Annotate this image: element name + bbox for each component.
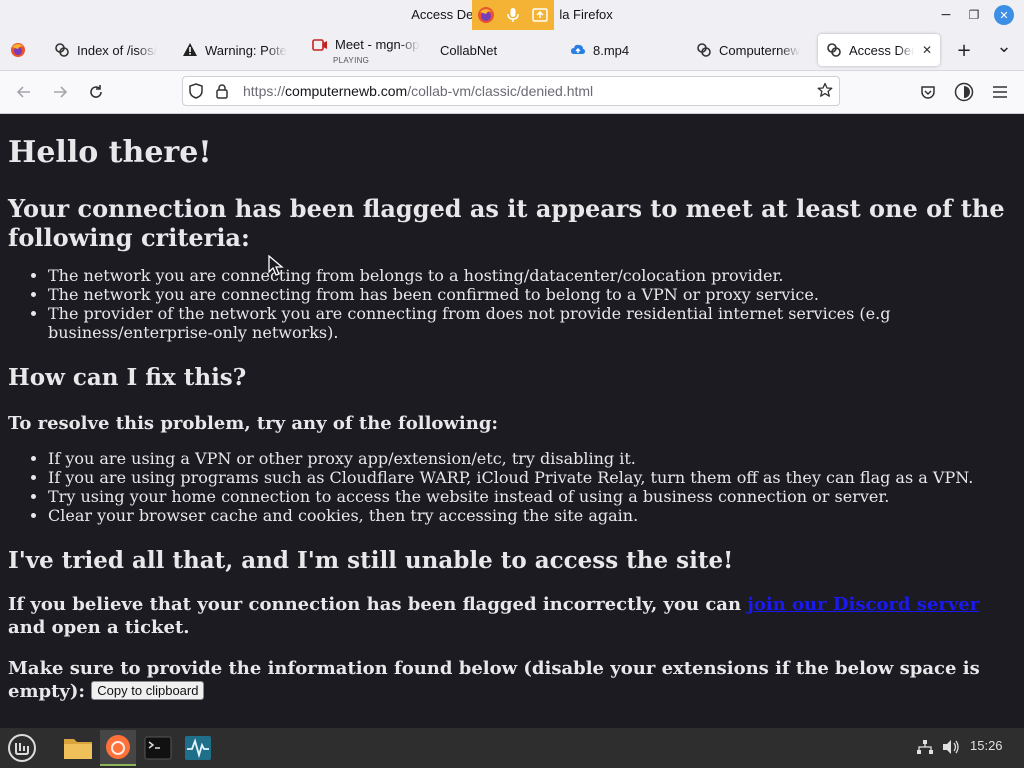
system-monitor-icon bbox=[185, 736, 211, 760]
mint-logo-icon bbox=[8, 734, 36, 762]
pocket-button[interactable] bbox=[914, 78, 942, 106]
list-item: If you are using programs such as Cloudf… bbox=[48, 468, 1016, 487]
tab-label: Access Deni bbox=[849, 42, 914, 58]
tab-playing-label: PLAYING bbox=[333, 56, 370, 65]
site-favicon-icon bbox=[826, 42, 842, 58]
lock-icon[interactable] bbox=[209, 83, 235, 99]
tab-warning[interactable]: Warning: Pote bbox=[182, 34, 294, 66]
window-titlebar: Access De la Firefox − ❐ ✕ bbox=[0, 0, 1024, 30]
list-item: Clear your browser cache and cookies, th… bbox=[48, 506, 1016, 525]
copy-to-clipboard-button[interactable]: Copy to clipboard bbox=[91, 680, 205, 700]
criteria-list: The network you are connecting from belo… bbox=[8, 266, 1016, 342]
close-tab-button[interactable]: ✕ bbox=[914, 43, 940, 57]
firefox-launcher[interactable] bbox=[100, 730, 136, 766]
tab-label: CollabNet bbox=[440, 42, 498, 58]
address-bar[interactable]: https://computernewb.com/collab-vm/class… bbox=[182, 76, 840, 106]
plus-icon: + bbox=[956, 39, 972, 61]
chevron-down-icon: ⌄ bbox=[996, 35, 1012, 57]
taskbar: 15:26 bbox=[0, 728, 1024, 768]
screen-share-icon bbox=[531, 6, 549, 24]
account-icon bbox=[954, 82, 974, 102]
list-item: If you are using a VPN or other proxy ap… bbox=[48, 449, 1016, 468]
incorrect-text-pre: If you believe that your connection has … bbox=[8, 594, 748, 615]
tab-computernewb[interactable]: Computernew bbox=[696, 34, 808, 66]
list-item: Try using your home connection to access… bbox=[48, 487, 1016, 506]
maximize-button[interactable]: ❐ bbox=[964, 5, 984, 25]
volume-icon[interactable] bbox=[942, 739, 960, 758]
page-content: Hello there! Your connection has been fl… bbox=[0, 114, 1024, 728]
tab-strip: Index of /isos/ Warning: Pote Meet - mgn… bbox=[0, 30, 1024, 71]
terminal-launcher[interactable] bbox=[140, 730, 176, 766]
tab-firefox-view[interactable] bbox=[4, 34, 38, 66]
tab-meet[interactable]: Meet - mgn-op PLAYING bbox=[312, 34, 422, 66]
window-title-right: la Firefox bbox=[559, 7, 613, 22]
account-button[interactable] bbox=[950, 78, 978, 106]
tab-video[interactable]: 8.mp4 bbox=[570, 34, 682, 66]
minimize-icon: − bbox=[940, 7, 952, 23]
arrow-left-icon bbox=[16, 86, 30, 98]
bookmark-star-icon[interactable] bbox=[817, 82, 833, 101]
reload-icon bbox=[90, 85, 102, 98]
warning-icon bbox=[182, 42, 198, 58]
tab-label: Warning: Pote bbox=[205, 42, 287, 58]
close-icon: ✕ bbox=[999, 8, 1009, 22]
url-scheme: https:// bbox=[243, 83, 286, 99]
close-window-button[interactable]: ✕ bbox=[994, 5, 1014, 25]
shield-icon[interactable] bbox=[183, 83, 209, 99]
tab-index-of-isos[interactable]: Index of /isos/ bbox=[54, 34, 166, 66]
list-all-tabs-button[interactable]: ⌄ bbox=[988, 34, 1020, 66]
list-item: The network you are connecting from has … bbox=[48, 285, 1016, 304]
arrow-right-icon bbox=[54, 86, 68, 98]
hamburger-menu-icon bbox=[993, 86, 1007, 98]
pocket-icon bbox=[921, 86, 935, 99]
fixes-list: If you are using a VPN or other proxy ap… bbox=[8, 449, 1016, 525]
tab-label: 8.mp4 bbox=[593, 42, 630, 58]
start-menu-button[interactable] bbox=[4, 730, 40, 766]
url-text[interactable]: https://computernewb.com/collab-vm/class… bbox=[243, 83, 593, 99]
files-launcher[interactable] bbox=[60, 730, 96, 766]
site-favicon-icon bbox=[696, 42, 712, 58]
meet-icon bbox=[312, 37, 328, 53]
clock[interactable]: 15:26 bbox=[970, 738, 1003, 753]
menu-button[interactable] bbox=[986, 78, 1014, 106]
system-monitor-launcher[interactable] bbox=[180, 730, 216, 766]
flagged-heading: Your connection has been flagged as it a… bbox=[8, 194, 1005, 252]
tab-label: Computernew bbox=[719, 42, 800, 58]
tab-access-denied[interactable]: Access Deni ✕ bbox=[818, 34, 940, 66]
tab-label: Index of /isos/ bbox=[77, 42, 158, 58]
minimize-button[interactable]: − bbox=[936, 5, 956, 25]
firefox-view-icon bbox=[10, 42, 26, 58]
tried-heading: I've tried all that, and I'm still unabl… bbox=[8, 547, 734, 574]
firefox-icon bbox=[106, 735, 130, 759]
list-item: The provider of the network you are conn… bbox=[48, 304, 1016, 342]
firefox-icon bbox=[477, 6, 495, 24]
new-tab-button[interactable]: + bbox=[948, 34, 980, 66]
list-item: The network you are connecting from belo… bbox=[48, 266, 1016, 285]
microphone-icon bbox=[504, 6, 522, 24]
site-favicon-icon bbox=[54, 42, 70, 58]
back-button[interactable] bbox=[10, 78, 38, 106]
folder-icon bbox=[64, 739, 92, 759]
provide-info-paragraph: Make sure to provide the information fou… bbox=[8, 657, 1016, 703]
discord-link[interactable]: join our Discord server bbox=[747, 594, 979, 615]
mouse-cursor-icon bbox=[268, 255, 284, 276]
cloud-upload-icon bbox=[570, 42, 586, 58]
network-icon[interactable] bbox=[916, 739, 934, 758]
incorrect-text-post: and open a ticket. bbox=[8, 617, 190, 638]
url-path: /collab-vm/classic/denied.html bbox=[407, 83, 594, 99]
incorrect-flag-paragraph: If you believe that your connection has … bbox=[8, 593, 1016, 639]
url-host: computernewb.com bbox=[285, 83, 408, 99]
tab-label: Meet - mgn-op bbox=[335, 37, 420, 52]
forward-button[interactable] bbox=[46, 78, 74, 106]
fix-heading: How can I fix this? bbox=[8, 364, 247, 391]
terminal-icon bbox=[144, 736, 172, 760]
resolve-heading: To resolve this problem, try any of the … bbox=[8, 413, 499, 434]
maximize-icon: ❐ bbox=[968, 8, 980, 22]
reload-button[interactable] bbox=[82, 78, 110, 106]
sharing-indicator[interactable] bbox=[472, 0, 554, 30]
navigation-toolbar: https://computernewb.com/collab-vm/class… bbox=[0, 71, 1024, 114]
tab-collabnet[interactable]: CollabNet bbox=[440, 34, 552, 66]
page-heading: Hello there! bbox=[8, 135, 212, 170]
window-title-left: Access De bbox=[411, 7, 474, 22]
